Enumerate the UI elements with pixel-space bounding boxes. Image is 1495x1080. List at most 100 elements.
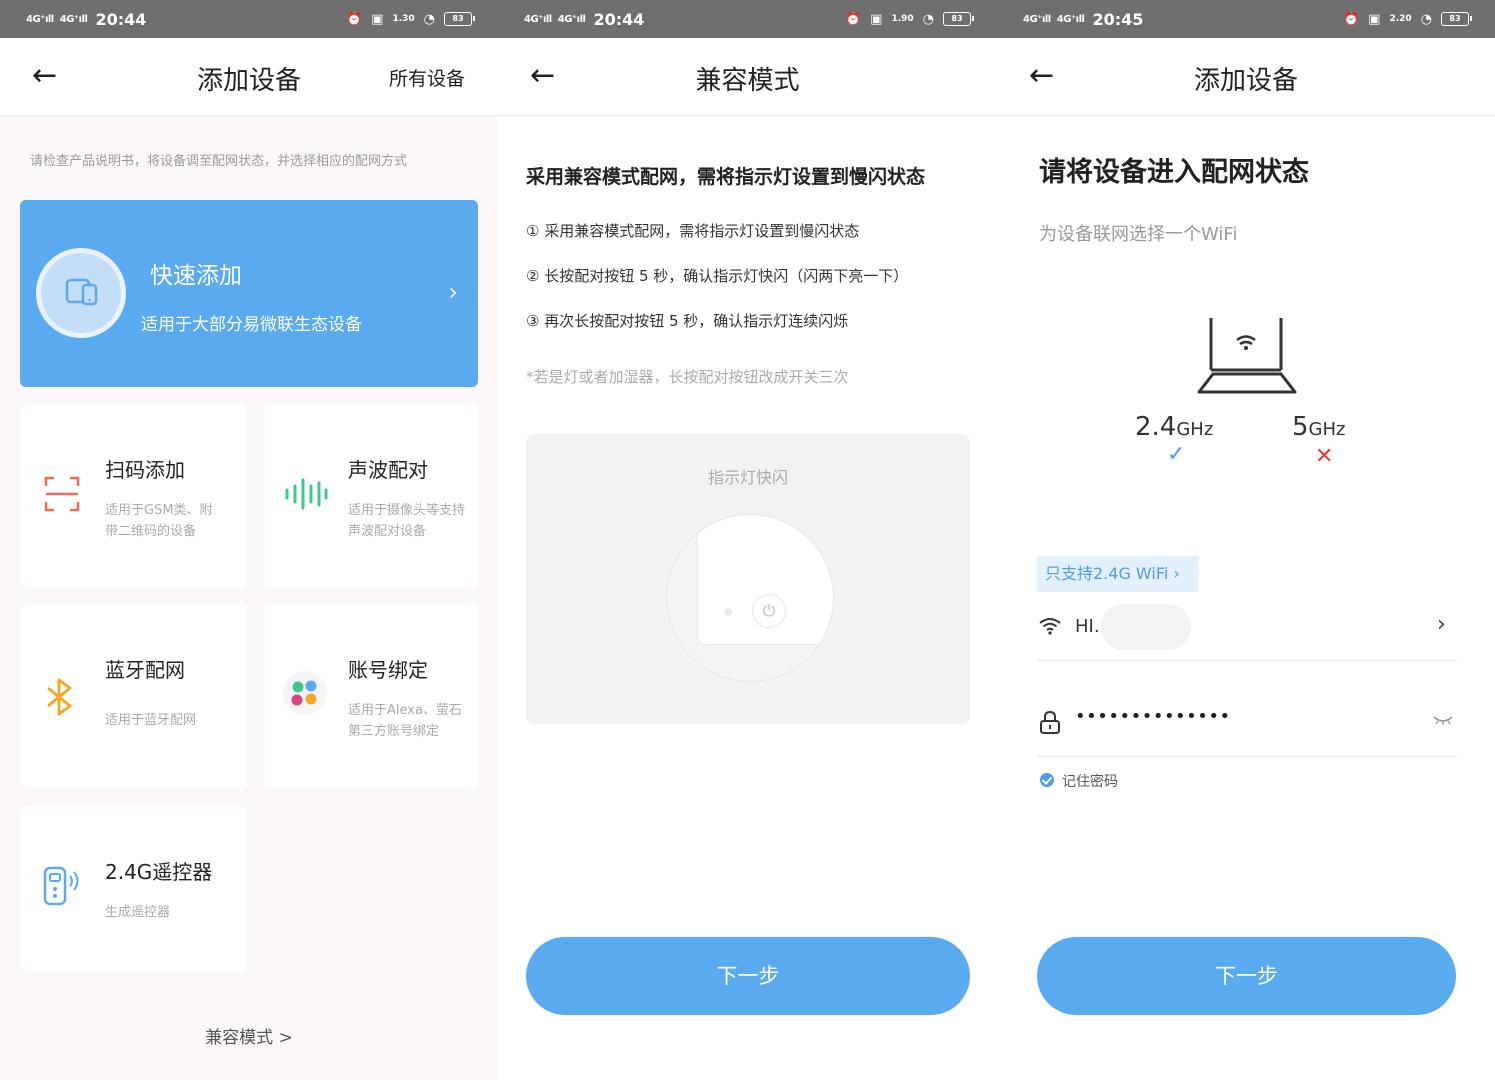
compat-note: *若是灯或者加湿器，长按配对按钮改成开关三次 [526,368,849,386]
remote-control-tile[interactable]: 2.4G遥控器 生成遥控器 [20,806,246,972]
remote-control-title: 2.4G遥控器 [105,860,213,884]
instruction-hint: 请检查产品说明书，将设备调至配网状态，并选择相应的配网方式 [30,154,408,169]
bluetooth-pair-tile[interactable]: 蓝牙配网 适用于蓝牙配网 [20,604,246,788]
chevron-right-icon[interactable]: › [1437,612,1446,637]
signal-indicator-1: 4G⁺ıll [26,13,54,25]
status-bar: 4G⁺ıll 4G⁺ıll 20:45 ⏰ ▣ 2.20 ◔ 83 [997,0,1495,38]
eye-closed-icon[interactable] [1433,715,1453,727]
compat-heading: 采用兼容模式配网，需将指示灯设置到慢闪状态 [526,166,926,188]
page-title: 兼容模式 [695,66,800,96]
remote-icon [43,866,79,906]
account-bind-tile[interactable]: 账号绑定 适用于Alexa、萤石 第三方账号绑定 [264,604,478,788]
battery-icon: 83 [1441,12,1472,26]
quick-add-title: 快速添加 [150,263,242,289]
quick-add-subtitle: 适用于大部分易微联生态设备 [141,315,362,335]
remember-password-checkbox[interactable] [1040,773,1054,787]
device-phone-icon [65,278,98,306]
chevron-right-icon: › [448,278,458,306]
band-unit: GHz [1308,419,1346,440]
band-24-value: 2.4 [1135,412,1177,442]
vibrate-icon: ▣ [1368,11,1381,27]
device-illustration-circle: ⏻ [666,514,834,682]
scan-add-desc-2: 带二维码的设备 [105,524,197,539]
status-bar: 4G⁺ıll 4G⁺ıll 20:44 ⏰ ▣ 1.30 ◔ 83 [0,0,498,38]
check-icon: ✓ [1167,442,1186,467]
account-bind-title: 账号绑定 [348,658,428,682]
pairing-heading: 请将设备进入配网状态 [1039,157,1309,188]
status-icons: ⏰ ▣ 2.20 ◔ 83 [1342,11,1472,27]
all-devices-link[interactable]: 所有设备 [389,64,465,91]
compat-step-3: ③ 再次长按配对按钮 5 秒，确认指示灯连续闪烁 [526,312,849,330]
account-icon [283,671,327,715]
band-24ghz-label: 2.4GHz [1135,412,1213,442]
next-button[interactable]: 下一步 [1037,937,1456,1015]
compatibility-mode-link[interactable]: 兼容模式 > [0,1023,498,1048]
soundwave-pair-desc-1: 适用于摄像头等支持 [348,503,466,518]
scan-add-desc-1: 适用于GSM类、附 [105,503,213,518]
remember-password-label: 记住密码 [1062,774,1118,790]
next-button[interactable]: 下一步 [526,937,970,1015]
quick-add-card[interactable]: 快速添加 适用于大部分易微联生态设备 › [20,200,478,387]
add-device-screen: 4G⁺ıll 4G⁺ıll 20:44 ⏰ ▣ 1.30 ◔ 83 ← 添加设备… [0,0,498,1080]
wifi-support-tag[interactable]: 只支持2.4G WiFi › [1037,556,1199,592]
battery-icon: 83 [943,12,974,26]
divider [1037,756,1457,757]
router-icon [1197,318,1297,394]
indicator-label: 指示灯快闪 [707,468,788,487]
lock-icon [1040,710,1060,734]
status-time: 20:44 [593,9,645,29]
vibrate-icon: ▣ [870,11,883,27]
wifi-status-icon: ◔ [922,11,934,27]
soundwave-pair-title: 声波配对 [348,458,428,482]
alarm-icon: ⏰ [1342,11,1360,27]
alarm-icon: ⏰ [345,11,363,27]
wifi-status-icon: ◔ [423,11,435,27]
divider [1037,660,1457,661]
compat-step-1: ① 采用兼容模式配网，需将指示灯设置到慢闪状态 [526,222,860,240]
screens-container: 4G⁺ıll 4G⁺ıll 20:44 ⏰ ▣ 1.30 ◔ 83 ← 添加设备… [0,0,1495,1080]
soundwave-icon [285,478,328,510]
battery-icon: 83 [444,12,475,26]
band-5ghz-label: 5GHz [1292,412,1345,442]
account-bind-desc-2: 第三方账号绑定 [348,724,440,739]
ssid-blur [1101,604,1191,650]
soundwave-pair-desc-2: 声波配对设备 [348,524,427,539]
page-title: 添加设备 [1193,66,1298,96]
power-button-icon: ⏻ [752,594,786,628]
remote-control-desc: 生成遥控器 [105,905,171,920]
account-bind-desc-1: 适用于Alexa、萤石 [348,703,462,718]
indicator-light-icon [724,608,732,616]
signal-indicator-2: 4G⁺ıll [557,13,586,25]
soundwave-pair-tile[interactable]: 声波配对 适用于摄像头等支持 声波配对设备 [264,404,478,588]
signal-indicator-1: 4G⁺ıll [524,13,552,25]
navigation-bar: ← 添加设备 [997,38,1495,116]
vibrate-icon: ▣ [371,11,384,27]
compat-step-2: ② 长按配对按钮 5 秒，确认指示灯快闪（闪两下亮一下） [526,267,909,285]
band-5-value: 5 [1292,412,1309,442]
cross-icon: ✕ [1315,444,1334,469]
band-unit: GHz [1176,419,1214,440]
signal-indicator-2: 4G⁺ıll [1056,13,1085,25]
network-speed: 1.90 [891,14,914,24]
signal-indicator-1: 4G⁺ıll [1023,13,1051,25]
pairing-subheading: 为设备联网选择一个WiFi [1039,224,1238,245]
password-field[interactable]: •••••••••••••• [1075,706,1231,727]
status-bar: 4G⁺ıll 4G⁺ıll 20:44 ⏰ ▣ 1.90 ◔ 83 [498,0,997,38]
bluetooth-pair-title: 蓝牙配网 [105,658,185,682]
network-speed: 1.30 [392,14,415,24]
status-time: 20:45 [1092,9,1144,29]
signal-indicator-2: 4G⁺ıll [59,13,88,25]
navigation-bar: ← 添加设备 所有设备 [0,38,498,116]
wifi-setup-screen: 4G⁺ıll 4G⁺ıll 20:45 ⏰ ▣ 2.20 ◔ 83 ← 添加设备… [997,0,1495,1080]
scan-add-tile[interactable]: 扫码添加 适用于GSM类、附 带二维码的设备 [20,404,246,588]
navigation-bar: ← 兼容模式 [498,38,997,116]
wifi-icon [1039,618,1061,635]
bluetooth-icon [47,678,72,716]
bluetooth-pair-desc: 适用于蓝牙配网 [105,713,197,728]
status-icons: ⏰ ▣ 1.90 ◔ 83 [845,11,974,27]
wifi-ssid: HI. [1075,616,1100,637]
compatibility-mode-screen: 4G⁺ıll 4G⁺ıll 20:44 ⏰ ▣ 1.90 ◔ 83 ← 兼容模式… [498,0,997,1080]
scan-icon [44,476,80,512]
status-time: 20:44 [95,9,147,29]
wifi-status-icon: ◔ [1420,11,1432,27]
